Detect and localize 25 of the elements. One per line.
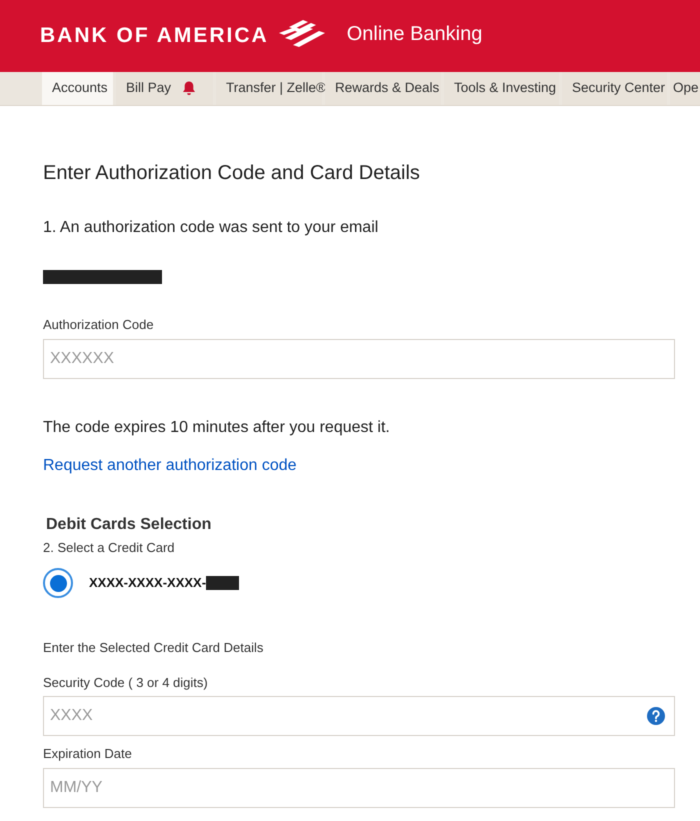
field-label: Security Code ( 3 or 4 digits)	[43, 674, 209, 692]
step-text: 1. An authorization code was sent to your email	[43, 218, 380, 238]
nav-tab[interactable]: Tools & Investing	[444, 72, 559, 105]
request-code-link[interactable]: Request another authorization code	[43, 454, 297, 478]
card-number: XXXX-XXXX-XXXX-	[89, 574, 206, 592]
radio-button[interactable]	[43, 568, 73, 598]
page-title: Enter Authorization Code and Card Details	[43, 161, 421, 186]
nav-tab[interactable]: Security Center	[562, 72, 667, 105]
help-icon[interactable]	[647, 707, 665, 725]
input-field[interactable]: XXXX	[43, 696, 675, 736]
nav-tab[interactable]: Rewards & Deals	[325, 72, 441, 105]
input-field[interactable]: XXXXXX	[43, 338, 675, 378]
product-title: Online Banking	[346, 22, 482, 47]
nav-tab[interactable]: Accounts	[42, 72, 113, 105]
step-text: 2. Select a Credit Card	[43, 538, 176, 556]
field-label: Expiration Date	[43, 745, 133, 763]
field-label: Authorization Code	[43, 316, 155, 334]
input-field[interactable]: MM/YY	[43, 768, 675, 808]
expiry-note: The code expires 10 minutes after you request it.	[43, 418, 391, 438]
nav-tab[interactable]: Ope	[670, 72, 700, 105]
redaction-bar	[206, 576, 240, 590]
nav-tab[interactable]: Bill Pay	[116, 72, 213, 105]
section-heading: Debit Cards Selection	[46, 514, 212, 534]
brand-logo-text: BANK OF AMERICA	[40, 23, 269, 50]
section-heading: Enter the Selected Credit Card Details	[43, 639, 264, 657]
